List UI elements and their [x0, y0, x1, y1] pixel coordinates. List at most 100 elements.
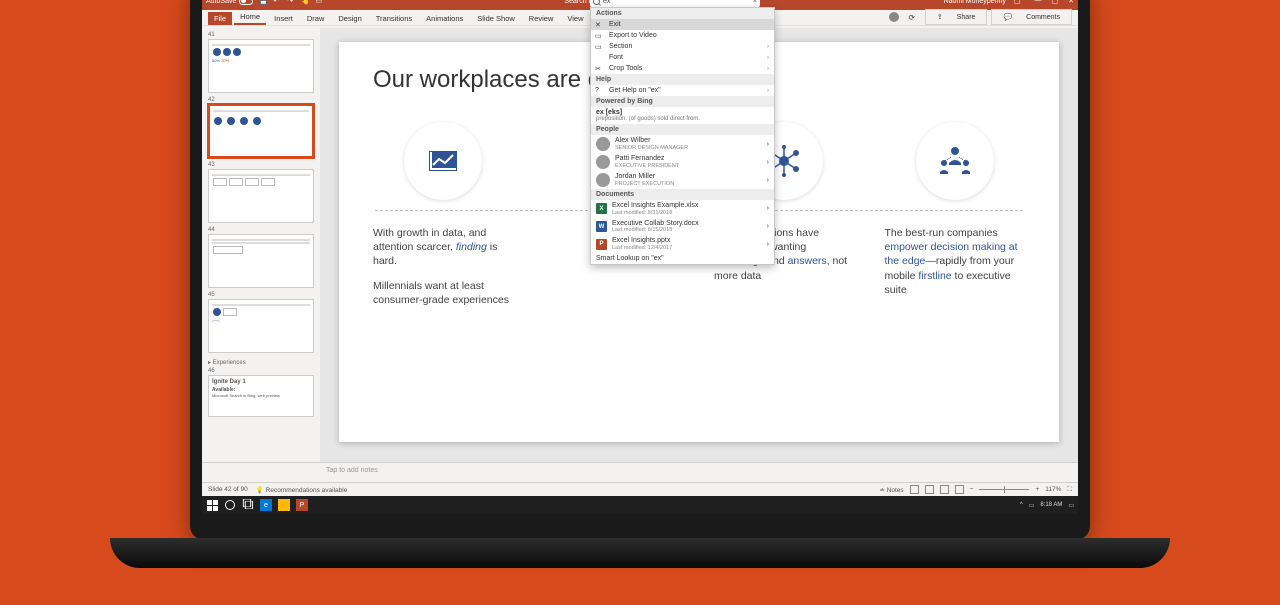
history-icon[interactable]: ⟳ — [903, 11, 921, 24]
bing-header: Powered by Bing — [591, 96, 774, 107]
tab-design[interactable]: Design — [332, 12, 367, 25]
zoom-in-icon[interactable]: + — [1035, 486, 1039, 493]
present-icon[interactable]: ▭ — [315, 0, 323, 5]
comment-icon: 💬 — [997, 11, 1018, 23]
user-name[interactable]: Naomi Moneypenny — [944, 0, 1006, 5]
zoom-out-icon[interactable]: − — [970, 486, 974, 493]
tab-insert[interactable]: Insert — [268, 12, 299, 25]
tab-transitions[interactable]: Transitions — [370, 12, 418, 25]
fit-icon[interactable]: ⛶ — [1067, 486, 1072, 494]
slide-counter[interactable]: Slide 42 of 90 — [208, 486, 248, 493]
user-menu-icon[interactable]: ▢ — [1014, 0, 1021, 5]
help-item[interactable]: ?Get Help on "ex"› — [591, 85, 774, 96]
action-section[interactable]: ▭Section› — [591, 41, 774, 52]
powerpoint-taskbar-icon[interactable]: P — [296, 499, 308, 511]
thumbnail-43[interactable] — [208, 169, 314, 223]
chevron-right-icon: › — [767, 159, 769, 166]
windows-taskbar: ⧉ e P ^ ▭ 8:18 AM ▭ — [202, 496, 1078, 514]
tray-up-icon[interactable]: ^ — [1020, 502, 1023, 508]
touch-icon[interactable]: 👆 — [301, 0, 309, 5]
tab-animations[interactable]: Animations — [420, 12, 469, 25]
tab-home[interactable]: Home — [234, 10, 266, 25]
redo-icon[interactable]: ↷ — [287, 0, 295, 5]
document-result[interactable]: WExecutive Collab Story.docxLast modifie… — [591, 218, 774, 236]
powerpoint-icon: P — [596, 239, 607, 250]
chevron-right-icon: › — [767, 66, 769, 72]
thumbnail-45[interactable]: ○─○ — [208, 299, 314, 353]
thumbnail-41[interactable]: 50% 20% — [208, 39, 314, 93]
action-crop[interactable]: ✂Crop Tools› — [591, 63, 774, 74]
action-exit[interactable]: ✕Exit — [591, 19, 774, 30]
chevron-right-icon: › — [767, 88, 769, 94]
tab-review[interactable]: Review — [523, 12, 560, 25]
normal-view-icon[interactable] — [910, 485, 919, 494]
zoom-level[interactable]: 117% — [1045, 486, 1061, 493]
notifications-icon[interactable]: ▭ — [1068, 502, 1074, 509]
thumbnail-42[interactable] — [208, 104, 314, 158]
laptop-base — [110, 538, 1170, 568]
minimize-icon[interactable]: — — [1035, 0, 1042, 5]
sorter-view-icon[interactable] — [925, 485, 934, 494]
people-header: People — [591, 124, 774, 135]
clear-search-icon[interactable]: × — [753, 0, 757, 5]
excel-icon: X — [596, 203, 607, 214]
start-button[interactable] — [206, 499, 218, 511]
autosave-toggle[interactable]: AutoSave — [206, 0, 253, 5]
bing-definition[interactable]: ex [eks] preposition. (of goods) sold di… — [591, 107, 774, 124]
document-result[interactable]: PExcel Insights.pptxLast modified: 12/4/… — [591, 235, 774, 253]
video-icon: ▭ — [595, 32, 604, 41]
close-icon[interactable]: ✕ — [1068, 0, 1074, 5]
person-result[interactable]: Alex WilberSENIOR DESIGN MANAGER› — [591, 135, 774, 153]
share-button[interactable]: ⇪Share — [925, 9, 988, 25]
clock[interactable]: 8:18 AM — [1040, 502, 1062, 508]
chevron-right-icon: › — [767, 177, 769, 184]
tab-draw[interactable]: Draw — [301, 12, 331, 25]
notes-pane[interactable]: Tap to add notes — [202, 462, 1078, 482]
undo-icon[interactable]: ↶ — [273, 0, 281, 5]
share-icon: ⇪ — [931, 11, 949, 23]
person-result[interactable]: Jordan MillerPROJECT EXECUTION› — [591, 171, 774, 189]
taskview-icon[interactable]: ⧉ — [242, 499, 254, 511]
maximize-icon[interactable]: ▢ — [1052, 0, 1059, 5]
action-font[interactable]: Font› — [591, 52, 774, 63]
document-result[interactable]: XExcel Insights Example.xlsxLast modifie… — [591, 200, 774, 218]
coauthor-avatar[interactable] — [889, 12, 899, 22]
recommendations[interactable]: 💡 Recommendations available — [256, 486, 348, 494]
person-result[interactable]: Patti FernandezEXECUTIVE PRESIDENT› — [591, 153, 774, 171]
slideshow-view-icon[interactable] — [955, 485, 964, 494]
avatar — [596, 173, 610, 187]
screen: AutoSave 💾 ↶ ↷ 👆 ▭ Search in M365 Planni… — [202, 0, 1078, 514]
edge-icon[interactable]: e — [260, 499, 272, 511]
comments-button[interactable]: 💬Comments — [991, 9, 1072, 25]
section-experiences[interactable]: ▸ Experiences — [208, 357, 314, 368]
tab-slideshow[interactable]: Slide Show — [471, 12, 521, 25]
tab-file[interactable]: File — [208, 12, 232, 25]
chevron-right-icon: › — [767, 205, 769, 212]
reading-view-icon[interactable] — [940, 485, 949, 494]
save-icon[interactable]: 💾 — [259, 0, 267, 5]
word-icon: W — [596, 221, 607, 232]
section-icon: ▭ — [595, 43, 604, 52]
slide-thumbnails[interactable]: 41 50% 20% 42 43 44 45 ○─○ ▸ Experiences… — [202, 28, 320, 462]
thumbnail-44[interactable] — [208, 234, 314, 288]
cortana-icon[interactable] — [224, 499, 236, 511]
crop-icon: ✂ — [595, 65, 604, 74]
explorer-icon[interactable] — [278, 499, 290, 511]
search-box[interactable]: ex × — [590, 0, 760, 7]
toggle-icon — [239, 0, 253, 5]
smart-lookup[interactable]: Smart Lookup on "ex" — [591, 253, 774, 264]
zoom-slider[interactable] — [979, 489, 1029, 490]
search-icon — [593, 0, 600, 5]
chevron-right-icon: › — [767, 141, 769, 148]
avatar — [596, 155, 610, 169]
notes-toggle[interactable]: ≐ Notes — [879, 486, 903, 494]
thumbnail-46[interactable]: Ignite Day 1 Available: Microsoft Search… — [208, 375, 314, 417]
chevron-right-icon: › — [767, 55, 769, 61]
chart-icon — [404, 122, 482, 200]
people-icon — [916, 122, 994, 200]
column-1: With growth in data, and attention scarc… — [373, 122, 514, 307]
tab-view[interactable]: View — [561, 12, 589, 25]
exit-icon: ✕ — [595, 21, 604, 30]
action-export-video[interactable]: ▭Export to Video — [591, 30, 774, 41]
network-tray-icon[interactable]: ▭ — [1029, 502, 1035, 509]
